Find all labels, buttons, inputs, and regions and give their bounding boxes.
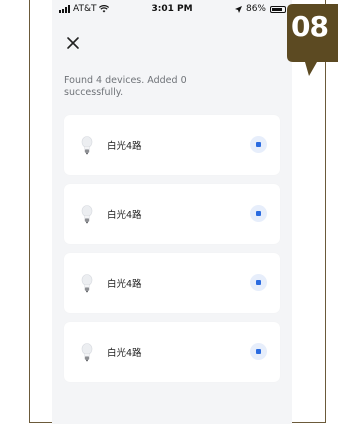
close-icon [67,37,79,49]
device-name: 白光4路 [107,348,142,359]
status-bar: AT&T 3:01 PM 86% [52,0,292,20]
bulb-icon [81,274,93,293]
device-card[interactable]: 白光4路 [64,115,280,175]
device-select-toggle[interactable] [250,343,267,360]
status-right: 86% [234,4,286,14]
select-indicator [256,142,261,147]
device-select-toggle[interactable] [250,205,267,222]
found-devices-text: Found 4 devices. Added 0 successfully. [64,75,187,98]
bulb-icon [81,343,93,362]
device-card[interactable]: 白光4路 [64,322,280,382]
step-badge: 08 [281,0,338,80]
device-name: 白光4路 [107,279,142,290]
close-button[interactable] [64,34,82,52]
device-select-toggle[interactable] [250,274,267,291]
phone-screen: AT&T 3:01 PM 86% Found 4 devices. Added … [52,0,292,424]
device-name: 白光4路 [107,210,142,221]
device-card[interactable]: 白光4路 [64,253,280,313]
select-indicator [256,211,261,216]
device-name: 白光4路 [107,141,142,152]
battery-percent: 86% [245,4,266,14]
step-number: 08 [291,10,329,43]
device-select-toggle[interactable] [250,136,267,153]
location-arrow-icon [234,5,242,13]
select-indicator [256,349,261,354]
select-indicator [256,280,261,285]
bulb-icon [81,205,93,224]
bulb-icon [81,136,93,155]
device-card[interactable]: 白光4路 [64,184,280,244]
